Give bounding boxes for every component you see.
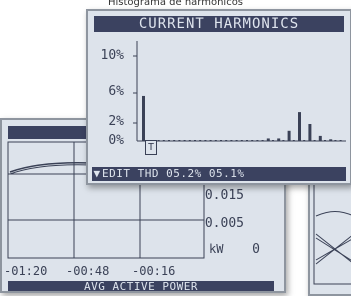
status-bar: ▼EDIT THD 05.2% 05.1% [92, 167, 346, 181]
harmonic-bar-32 [303, 140, 306, 141]
current-harmonics-screen: CURRENT HARMONICS 10% 6% 2% 0% T ▼EDIT T… [86, 9, 351, 185]
harmonic-bar-37 [329, 139, 333, 141]
harmonic-bar-6 [168, 140, 170, 141]
status-text: EDIT THD 05.2% 05.1% [102, 167, 245, 180]
trend-x-tick-3: -00:16 [132, 264, 176, 278]
harmonic-bar-15 [214, 140, 217, 141]
harmonic-bar-34 [313, 140, 316, 141]
harmonic-bar-11 [194, 140, 196, 141]
harmonic-bar-28 [282, 140, 285, 141]
harmonics-histogram [133, 41, 346, 142]
harmonic-selector[interactable]: T [145, 140, 157, 155]
harmonic-bar-10 [188, 140, 191, 141]
harmonic-bar-16 [220, 140, 222, 141]
trend-x-tick-1: -01:20 [4, 264, 48, 278]
harmonic-bar-8 [178, 140, 181, 141]
trend-bottom-label: AVG ACTIVE POWER [8, 281, 274, 291]
harmonic-bar-9 [183, 140, 186, 141]
trend-value-1: 0.015 [204, 188, 244, 203]
harmonic-bar-26 [272, 140, 274, 141]
harmonic-bar-21 [246, 140, 248, 141]
edit-icon[interactable]: ▼ [92, 167, 102, 181]
harmonic-bar-30 [292, 140, 295, 141]
harmonic-bar-22 [251, 140, 254, 141]
harmonic-bar-39 [339, 140, 342, 141]
harmonic-bar-18 [230, 140, 233, 141]
harmonic-bar-23 [256, 140, 259, 141]
harmonic-bar-35 [318, 135, 322, 141]
harmonic-bar-31 [298, 112, 301, 141]
harmonic-bar-5 [162, 140, 165, 141]
harmonic-bar-14 [209, 140, 212, 141]
harmonic-bar-29 [287, 130, 291, 141]
harmonic-bar-1 [142, 95, 145, 141]
harmonic-bar-24 [261, 140, 264, 141]
harmonic-bar-27 [277, 138, 281, 141]
harmonic-bar-33 [308, 124, 312, 141]
harmonic-bar-12 [199, 140, 202, 141]
harmonic-bar-7 [173, 140, 176, 141]
harmonic-bar-20 [240, 140, 243, 141]
trend-value-2: 0.005 [204, 216, 244, 231]
harmonic-bar-17 [225, 140, 228, 141]
harmonic-bar-4 [157, 140, 160, 141]
harmonic-bar-38 [334, 140, 337, 141]
trend-value-3: 0 [252, 242, 260, 257]
trend-unit: kW [209, 242, 224, 256]
harmonic-bar-19 [235, 140, 238, 141]
harmonic-bar-36 [324, 140, 326, 141]
harmonic-bar-25 [266, 138, 270, 141]
harmonic-bar-13 [204, 140, 207, 141]
trend-x-tick-2: -00:48 [66, 264, 110, 278]
